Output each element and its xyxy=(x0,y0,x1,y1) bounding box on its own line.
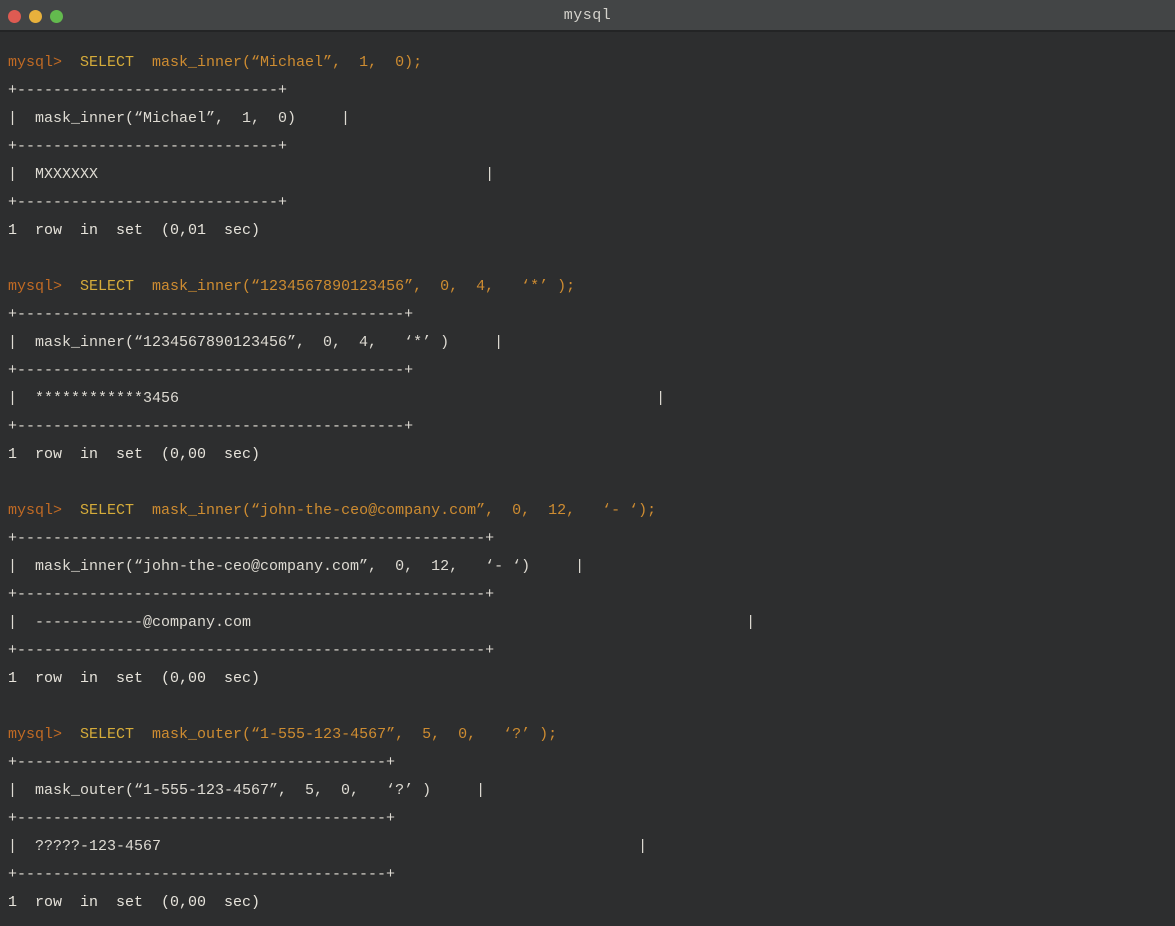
mysql-prompt: mysql> xyxy=(8,278,62,295)
titlebar: mysql xyxy=(0,0,1175,32)
query-block: mysql> SELECT mask_inner(“john-the-ceo@c… xyxy=(8,497,1169,693)
mysql-prompt: mysql> xyxy=(8,54,62,71)
query-line: mysql> SELECT mask_inner(“john-the-ceo@c… xyxy=(8,497,1169,525)
table-result-row: | ************3456 | xyxy=(8,385,1169,413)
mysql-prompt: mysql> xyxy=(8,726,62,743)
sql-keyword: SELECT xyxy=(62,54,134,71)
table-header-row: | mask_inner(“Michael”, 1, 0) | xyxy=(8,105,1169,133)
close-button[interactable] xyxy=(8,10,21,23)
sql-query-text: mask_outer(“1-555-123-4567”, 5, 0, ‘?’ )… xyxy=(134,726,557,743)
sql-query-text: mask_inner(“Michael”, 1, 0); xyxy=(134,54,422,71)
terminal-output: mysql> SELECT mask_inner(“Michael”, 1, 0… xyxy=(0,32,1175,926)
query-line: mysql> SELECT mask_inner(“12345678901234… xyxy=(8,273,1169,301)
table-separator-border: +---------------------------------------… xyxy=(8,357,1169,385)
minimize-button[interactable] xyxy=(29,10,42,23)
query-block: mysql> SELECT mask_inner(“12345678901234… xyxy=(8,273,1169,469)
table-bottom-border: +---------------------------------------… xyxy=(8,861,1169,889)
table-top-border: +---------------------------------------… xyxy=(8,749,1169,777)
table-separator-border: +-----------------------------+ xyxy=(8,133,1169,161)
query-line: mysql> SELECT mask_inner(“Michael”, 1, 0… xyxy=(8,49,1169,77)
query-block: mysql> SELECT mask_inner(“Michael”, 1, 0… xyxy=(8,49,1169,245)
result-status-line: 1 row in set (0,00 sec) xyxy=(8,889,1169,917)
sql-keyword: SELECT xyxy=(62,278,134,295)
sql-query-text: mask_inner(“1234567890123456”, 0, 4, ‘*’… xyxy=(134,278,575,295)
result-status-line: 1 row in set (0,00 sec) xyxy=(8,665,1169,693)
table-separator-border: +---------------------------------------… xyxy=(8,581,1169,609)
traffic-lights xyxy=(8,0,63,32)
sql-query-text: mask_inner(“john-the-ceo@company.com”, 0… xyxy=(134,502,656,519)
terminal-window: mysql mysql> SELECT mask_inner(“Michael”… xyxy=(0,0,1175,926)
table-header-row: | mask_outer(“1-555-123-4567”, 5, 0, ‘?’… xyxy=(8,777,1169,805)
zoom-button[interactable] xyxy=(50,10,63,23)
sql-keyword: SELECT xyxy=(62,502,134,519)
mysql-prompt: mysql> xyxy=(8,502,62,519)
table-result-row: | ------------@company.com | xyxy=(8,609,1169,637)
table-header-row: | mask_inner(“john-the-ceo@company.com”,… xyxy=(8,553,1169,581)
table-top-border: +-----------------------------+ xyxy=(8,77,1169,105)
table-result-row: | ?????-123-4567 | xyxy=(8,833,1169,861)
table-result-row: | MXXXXXX | xyxy=(8,161,1169,189)
table-bottom-border: +---------------------------------------… xyxy=(8,637,1169,665)
table-bottom-border: +-----------------------------+ xyxy=(8,189,1169,217)
table-header-row: | mask_inner(“1234567890123456”, 0, 4, ‘… xyxy=(8,329,1169,357)
table-separator-border: +---------------------------------------… xyxy=(8,805,1169,833)
result-status-line: 1 row in set (0,01 sec) xyxy=(8,217,1169,245)
window-title: mysql xyxy=(564,7,612,24)
table-top-border: +---------------------------------------… xyxy=(8,301,1169,329)
table-bottom-border: +---------------------------------------… xyxy=(8,413,1169,441)
query-line: mysql> SELECT mask_outer(“1-555-123-4567… xyxy=(8,721,1169,749)
sql-keyword: SELECT xyxy=(62,726,134,743)
table-top-border: +---------------------------------------… xyxy=(8,525,1169,553)
result-status-line: 1 row in set (0,00 sec) xyxy=(8,441,1169,469)
query-block: mysql> SELECT mask_outer(“1-555-123-4567… xyxy=(8,721,1169,917)
